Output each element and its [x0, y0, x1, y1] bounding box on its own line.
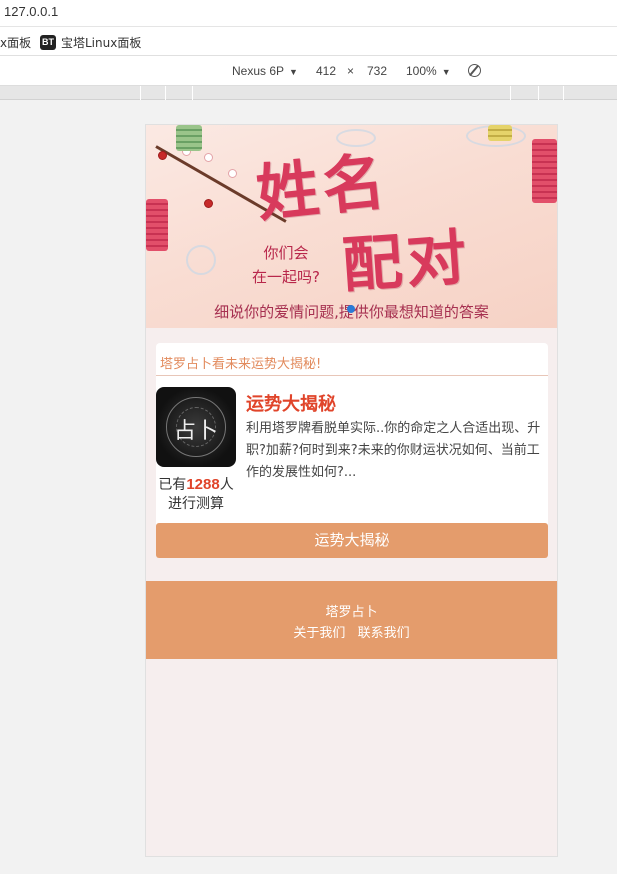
banner-title-line2: 配对: [340, 222, 473, 302]
hero-banner: 姓名 配对 你们会 在一起吗? 细说你的爱情问题,提供你最想知道的答案: [146, 125, 557, 328]
address-bar[interactable]: 127.0.0.1: [0, 0, 617, 27]
device-height-input[interactable]: 732: [367, 64, 387, 78]
bookmarks-bar: x面板 BT 宝塔Linux面板: [0, 27, 617, 56]
thumbnail-text: 占卜: [173, 419, 218, 444]
device-name: Nexus 6P: [232, 64, 285, 78]
lantern-decoration: [176, 125, 202, 151]
lantern-decoration: [146, 199, 168, 251]
footer-brand: 塔罗占卜: [325, 605, 378, 620]
chevron-down-icon: ▼: [289, 67, 298, 77]
card-heading: 塔罗占卜看未来运势大揭秘!: [156, 343, 548, 376]
question-line2: 在一起吗?: [252, 268, 320, 286]
device-width-input[interactable]: 412: [316, 64, 336, 78]
chevron-down-icon: ▼: [441, 67, 451, 77]
device-viewport: 姓名 配对 你们会 在一起吗? 细说你的爱情问题,提供你最想知道的答案 塔罗占卜…: [145, 124, 558, 857]
device-toolbar: Nexus 6P ▼ 412 × 732 100% ▼: [0, 56, 617, 86]
participant-count: 已有1288人 进行测算: [158, 476, 234, 512]
tarot-thumbnail[interactable]: 占卜: [156, 387, 236, 467]
blossom-decoration: [204, 153, 213, 162]
blossom-decoration: [228, 169, 237, 178]
start-reading-button[interactable]: 运势大揭秘: [156, 523, 548, 558]
bookmark-panel[interactable]: x面板: [0, 34, 31, 51]
media-query-ruler: [0, 86, 617, 100]
lantern-decoration: [532, 139, 557, 203]
fortune-card: 塔罗占卜看未来运势大揭秘! 占卜 已有1288人 进行测算 运势大揭秘 利用塔罗…: [156, 343, 548, 558]
ruler-segment[interactable]: [563, 86, 617, 100]
bookmark-bt-panel[interactable]: BT 宝塔Linux面板: [40, 34, 141, 51]
rotate-icon[interactable]: [468, 64, 481, 77]
zoom-select[interactable]: 100% ▼: [406, 64, 451, 78]
item-title[interactable]: 运势大揭秘: [246, 390, 336, 416]
bt-icon: BT: [40, 35, 56, 50]
blossom-decoration: [158, 151, 167, 160]
cloud-decoration: [186, 245, 216, 275]
ruler-segment[interactable]: [192, 86, 510, 100]
ruler-segment[interactable]: [538, 86, 563, 100]
item-description: 利用塔罗牌看脱单实际..你的命定之人合适出现、升职?加薪?何时到来?未来的你财运…: [246, 421, 541, 480]
ruler-segment[interactable]: [140, 86, 165, 100]
question-line1: 你们会: [263, 244, 309, 262]
bookmark-label: 宝塔Linux面板: [61, 36, 142, 50]
lantern-decoration: [488, 125, 512, 141]
contact-link[interactable]: 联系我们: [358, 626, 410, 641]
ruler-segment[interactable]: [510, 86, 538, 100]
blossom-decoration: [204, 199, 213, 208]
list-item[interactable]: 占卜 已有1288人 进行测算 运势大揭秘 利用塔罗牌看脱单实际..你的命定之人…: [156, 376, 548, 524]
count-number: 1288: [186, 476, 220, 493]
dimension-separator: ×: [347, 64, 355, 78]
zoom-value: 100%: [406, 64, 437, 78]
banner-question: 你们会 在一起吗?: [246, 241, 326, 289]
device-select[interactable]: Nexus 6P ▼: [232, 64, 298, 78]
bookmark-label: x面板: [0, 36, 32, 50]
carousel-dot[interactable]: [347, 305, 355, 313]
url-text[interactable]: 127.0.0.1: [4, 4, 58, 19]
about-link[interactable]: 关于我们: [293, 626, 345, 641]
page-footer: 塔罗占卜 关于我们 联系我们: [146, 581, 557, 659]
ruler-segment[interactable]: [165, 86, 192, 100]
